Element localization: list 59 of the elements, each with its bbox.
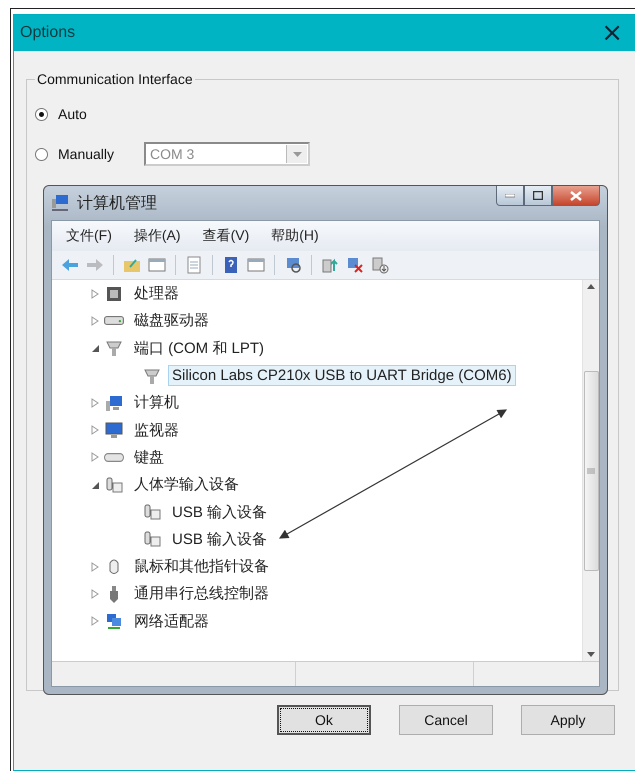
maximize-icon — [533, 191, 543, 200]
monitor-icon — [104, 420, 124, 440]
tree-item[interactable]: 键盘 — [130, 446, 168, 469]
input-device-icon — [142, 529, 162, 550]
network-icon — [104, 611, 124, 632]
expand-icon[interactable] — [90, 398, 100, 408]
tree-item[interactable]: 监视器 — [130, 418, 183, 442]
scroll-down-icon[interactable] — [587, 652, 595, 657]
expand-icon[interactable] — [90, 562, 100, 572]
close-button[interactable] — [552, 186, 600, 206]
menu-item[interactable]: 操作(A) — [134, 227, 181, 245]
expand-icon[interactable] — [90, 288, 100, 299]
tree-item[interactable]: USB 输入设备 — [168, 528, 272, 551]
drive-icon — [104, 316, 124, 326]
maximize-button[interactable] — [524, 186, 552, 206]
dialog-button[interactable]: Ok — [277, 705, 371, 735]
scrollbar[interactable] — [582, 280, 599, 661]
input-device-icon — [142, 502, 162, 522]
tree-item[interactable]: 端口 (COM 和 LPT) — [130, 336, 268, 360]
device-down-arrow-icon[interactable] — [370, 255, 390, 275]
tree-item[interactable]: 计算机 — [130, 391, 183, 414]
expand-icon[interactable] — [90, 425, 100, 436]
collapse-icon[interactable] — [90, 343, 100, 354]
dialog-button[interactable]: Cancel — [399, 705, 493, 735]
expand-icon[interactable] — [90, 452, 100, 462]
keyboard-icon — [104, 452, 124, 462]
tree-item[interactable]: 通用串行总线控制器 — [130, 582, 273, 606]
collapse-icon[interactable] — [90, 480, 100, 490]
radio-label[interactable]: Auto — [58, 106, 120, 122]
minimize-icon — [505, 194, 515, 198]
tree-item[interactable]: 磁盘驱动器 — [130, 309, 213, 332]
expand-icon[interactable] — [90, 588, 100, 599]
minimize-button[interactable] — [496, 186, 524, 206]
tree-item[interactable]: 人体学输入设备 — [130, 473, 243, 496]
close-icon — [570, 190, 582, 200]
input-device-icon — [104, 474, 124, 495]
tree-item[interactable]: USB 输入设备 — [168, 500, 272, 524]
expand-icon[interactable] — [90, 616, 100, 626]
tree-item[interactable]: 鼠标和其他指针设备 — [130, 555, 273, 578]
window-title: Options — [20, 24, 76, 42]
embedded-window-title: 计算机管理 — [77, 194, 157, 214]
close-button[interactable]: × — [597, 20, 627, 46]
tree-item[interactable]: 网络适配器 — [130, 610, 213, 633]
tree-item[interactable]: 处理器 — [130, 282, 183, 306]
tree-item[interactable]: Silicon Labs CP210x USB to UART Bridge (COM6) — [168, 365, 516, 386]
caret-icon — [292, 152, 302, 156]
menu-item[interactable]: 文件(F) — [66, 227, 112, 245]
computer-management-icon — [51, 194, 69, 212]
dialog-button[interactable]: Apply — [521, 705, 615, 735]
group-title: Communication Interface — [36, 71, 194, 87]
expand-icon[interactable] — [90, 316, 100, 326]
grip-icon — [587, 468, 595, 474]
menu-item[interactable]: 帮助(H) — [271, 227, 319, 245]
device-remove-icon[interactable] — [345, 255, 365, 275]
radio-button[interactable] — [35, 148, 48, 160]
radio-label[interactable]: Manually — [58, 146, 120, 162]
radio-button[interactable] — [35, 108, 48, 120]
menu-item[interactable]: 查看(V) — [202, 227, 250, 245]
scroll-up-icon[interactable] — [587, 284, 595, 289]
